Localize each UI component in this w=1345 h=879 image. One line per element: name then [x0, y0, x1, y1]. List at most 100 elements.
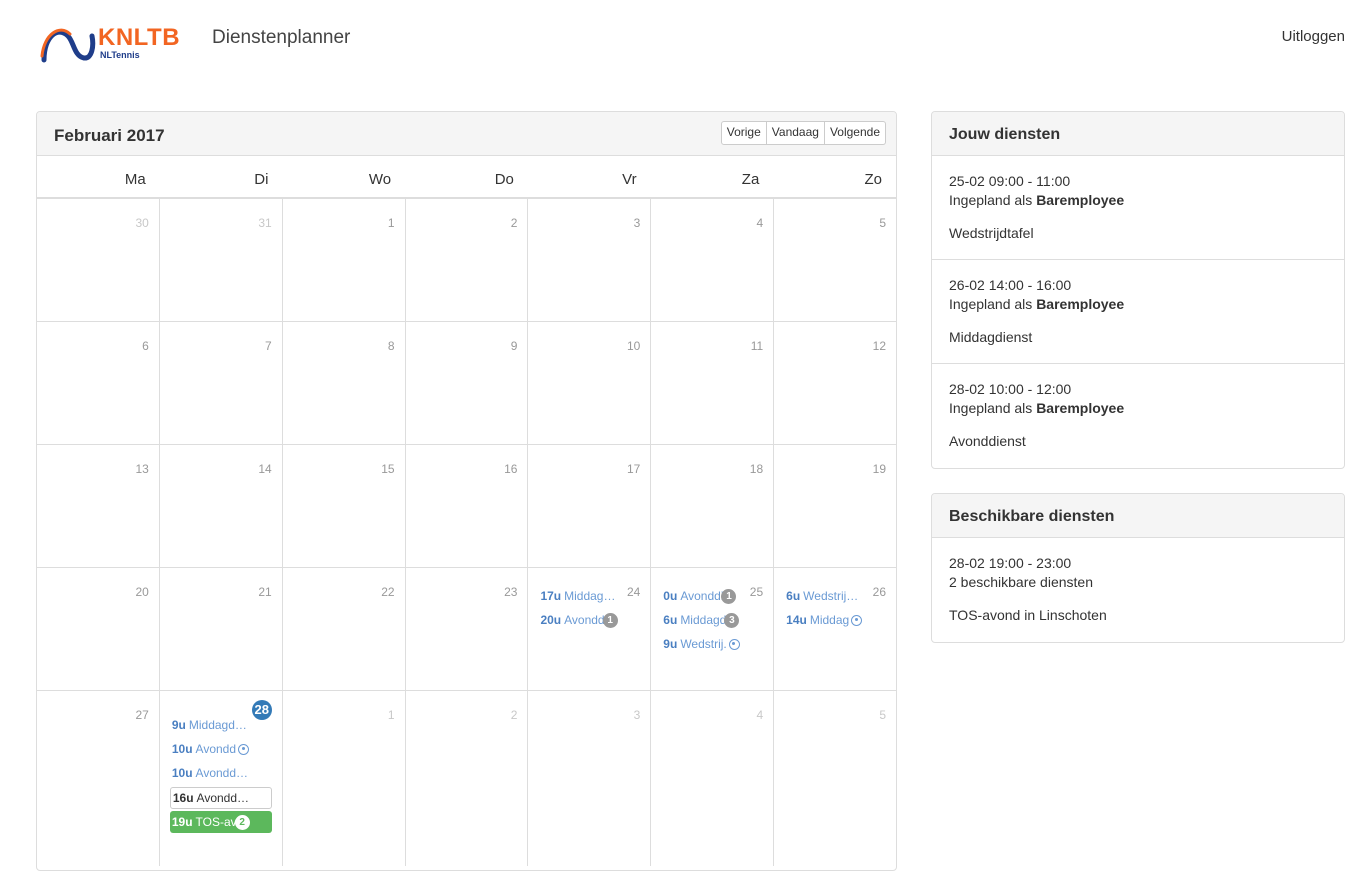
my-shift-item[interactable]: 26-02 14:00 - 16:00 Ingepland als Baremp… [932, 260, 1344, 364]
day-number: 1 [387, 708, 395, 722]
day-number: 4 [756, 708, 764, 722]
calendar-grid: 30 31 1 2 3 4 5 6 7 8 9 10 11 12 13 14 1… [37, 199, 896, 866]
event-time: 10u [171, 766, 193, 780]
calendar-day[interactable]: 1 [283, 691, 406, 866]
weekday-label: Di [254, 171, 269, 188]
calendar-day[interactable]: 7 [160, 322, 283, 444]
weekday-label: Zo [864, 171, 883, 188]
shift-name: Wedstrijdtafel [949, 225, 1034, 241]
event-time: 10u [171, 742, 193, 756]
shift-event[interactable]: 10u Avondd… [170, 761, 272, 785]
calendar-day[interactable]: 31 [160, 199, 283, 321]
calendar-day[interactable]: 14 [160, 445, 283, 567]
shift-count: 2 beschikbare diensten [949, 574, 1093, 590]
event-time: 14u [786, 613, 807, 627]
day-number: 6 [142, 339, 149, 353]
calendar-nav: Vorige Vandaag Volgende [720, 121, 886, 145]
calendar-day[interactable]: 19 [774, 445, 896, 567]
calendar-day[interactable]: 21 [160, 568, 283, 690]
calendar-day[interactable]: 3 [528, 199, 652, 321]
logout-link[interactable]: Uitloggen [1282, 28, 1345, 45]
shift-event[interactable]: 6u Middagd 3 [661, 608, 763, 632]
calendar-day[interactable]: 30 [37, 199, 160, 321]
calendar-day[interactable]: 4 [651, 691, 775, 866]
calendar-day-today[interactable]: 28 9u Middagd… 10u Avondd 10u Avondd… 16u Av… [160, 691, 283, 866]
calendar-day[interactable]: 6 [37, 322, 160, 444]
day-number: 5 [879, 216, 887, 230]
shift-event-available[interactable]: 19u TOS-av 2 [169, 811, 272, 833]
my-shift-item[interactable]: 25-02 09:00 - 11:00 Ingepland als Baremp… [932, 156, 1344, 260]
shift-event[interactable]: 0u Avonddi 1 [661, 584, 763, 608]
event-count-badge: 3 [724, 612, 740, 628]
day-number: 31 [258, 216, 272, 230]
calendar-day[interactable]: 20 [37, 568, 160, 690]
shift-datetime: 26-02 14:00 - 16:00 [949, 277, 1072, 293]
event-title: Avondd… [196, 791, 250, 805]
calendar-day[interactable]: 15 [283, 445, 406, 567]
calendar-day[interactable]: 13 [37, 445, 160, 567]
calendar-day[interactable]: 4 [651, 199, 775, 321]
available-shift-item[interactable]: 28-02 19:00 - 23:00 2 beschikbare dienst… [932, 538, 1344, 642]
event-title: Avondd [564, 613, 605, 627]
event-title: Middagd [680, 613, 727, 627]
shift-role-line: Ingepland als Baremployee [949, 399, 1328, 418]
event-title: Middagd… [188, 718, 247, 732]
prev-button[interactable]: Vorige [720, 121, 767, 145]
calendar-day[interactable]: 16 [406, 445, 529, 567]
calendar-week: 20 21 22 23 24 17u Middag… 20u Avondd 1 25 … [37, 568, 896, 691]
calendar-day[interactable]: 5 [774, 691, 896, 866]
logo-sub: NLTennis [100, 50, 140, 60]
event-time: 6u [786, 589, 801, 603]
calendar-day[interactable]: 12 [774, 322, 896, 444]
shift-event[interactable]: 14u Middag [784, 608, 886, 632]
day-number: 23 [504, 585, 518, 599]
calendar-week: 13 14 15 16 17 18 19 [37, 445, 896, 568]
calendar-day[interactable]: 27 [37, 691, 160, 866]
calendar-day[interactable]: 22 [283, 568, 406, 690]
event-count-badge: 1 [602, 612, 618, 628]
shift-event[interactable]: 20u Avondd 1 [538, 608, 640, 632]
calendar-day[interactable]: 2 [406, 691, 529, 866]
shift-event[interactable]: 9u Wedstrij. [661, 632, 763, 656]
shift-event[interactable]: 10u Avondd [170, 737, 272, 761]
day-number: 3 [633, 216, 641, 230]
knltb-logo[interactable]: KNLTB NLTennis [40, 22, 200, 64]
calendar-day[interactable]: 1 [283, 199, 406, 321]
next-button[interactable]: Volgende [824, 121, 886, 145]
day-number: 17 [626, 462, 641, 476]
target-icon [728, 638, 740, 650]
calendar-day[interactable]: 18 [651, 445, 775, 567]
day-number: 14 [258, 462, 272, 476]
calendar-day[interactable]: 25 0u Avonddi 1 6u Middagd 3 9u Wedstrij. [651, 568, 775, 690]
event-time: 6u [663, 613, 678, 627]
shift-event[interactable]: 6u Wedstrij… [784, 584, 886, 608]
calendar-day[interactable]: 11 [651, 322, 775, 444]
calendar-day[interactable]: 3 [528, 691, 652, 866]
calendar-day[interactable]: 8 [283, 322, 406, 444]
weekday-label: Za [741, 171, 760, 188]
calendar-day[interactable]: 5 [774, 199, 896, 321]
day-number: 12 [872, 339, 887, 353]
event-title: Wedstrij. [680, 637, 727, 651]
today-button[interactable]: Vandaag [766, 121, 825, 145]
calendar-day[interactable]: 10 [528, 322, 652, 444]
weekday-label: Wo [368, 171, 392, 188]
calendar-day[interactable]: 24 17u Middag… 20u Avondd 1 [528, 568, 652, 690]
calendar-day[interactable]: 2 [406, 199, 529, 321]
day-number: 2 [510, 708, 518, 722]
calendar-day[interactable]: 26 6u Wedstrij… 14u Middag [774, 568, 896, 690]
shift-event[interactable]: 17u Middag… [538, 584, 640, 608]
day-number: 22 [381, 585, 395, 599]
shift-datetime: 28-02 19:00 - 23:00 [949, 555, 1072, 571]
day-number: 30 [135, 216, 149, 230]
calendar-day[interactable]: 17 [528, 445, 652, 567]
day-events: 17u Middag… 20u Avondd 1 [538, 584, 640, 632]
calendar-day[interactable]: 9 [406, 322, 529, 444]
day-events: 6u Wedstrij… 14u Middag [784, 584, 886, 632]
my-shift-item[interactable]: 28-02 10:00 - 12:00 Ingepland als Baremp… [932, 364, 1344, 468]
calendar-day[interactable]: 23 [406, 568, 529, 690]
top-navbar: KNLTB NLTennis Dienstenplanner Uitloggen [0, 0, 1345, 80]
shift-datetime: 25-02 09:00 - 11:00 [949, 173, 1071, 189]
shift-event-assigned[interactable]: 16u Avondd… [169, 787, 272, 809]
day-number: 18 [749, 462, 764, 476]
